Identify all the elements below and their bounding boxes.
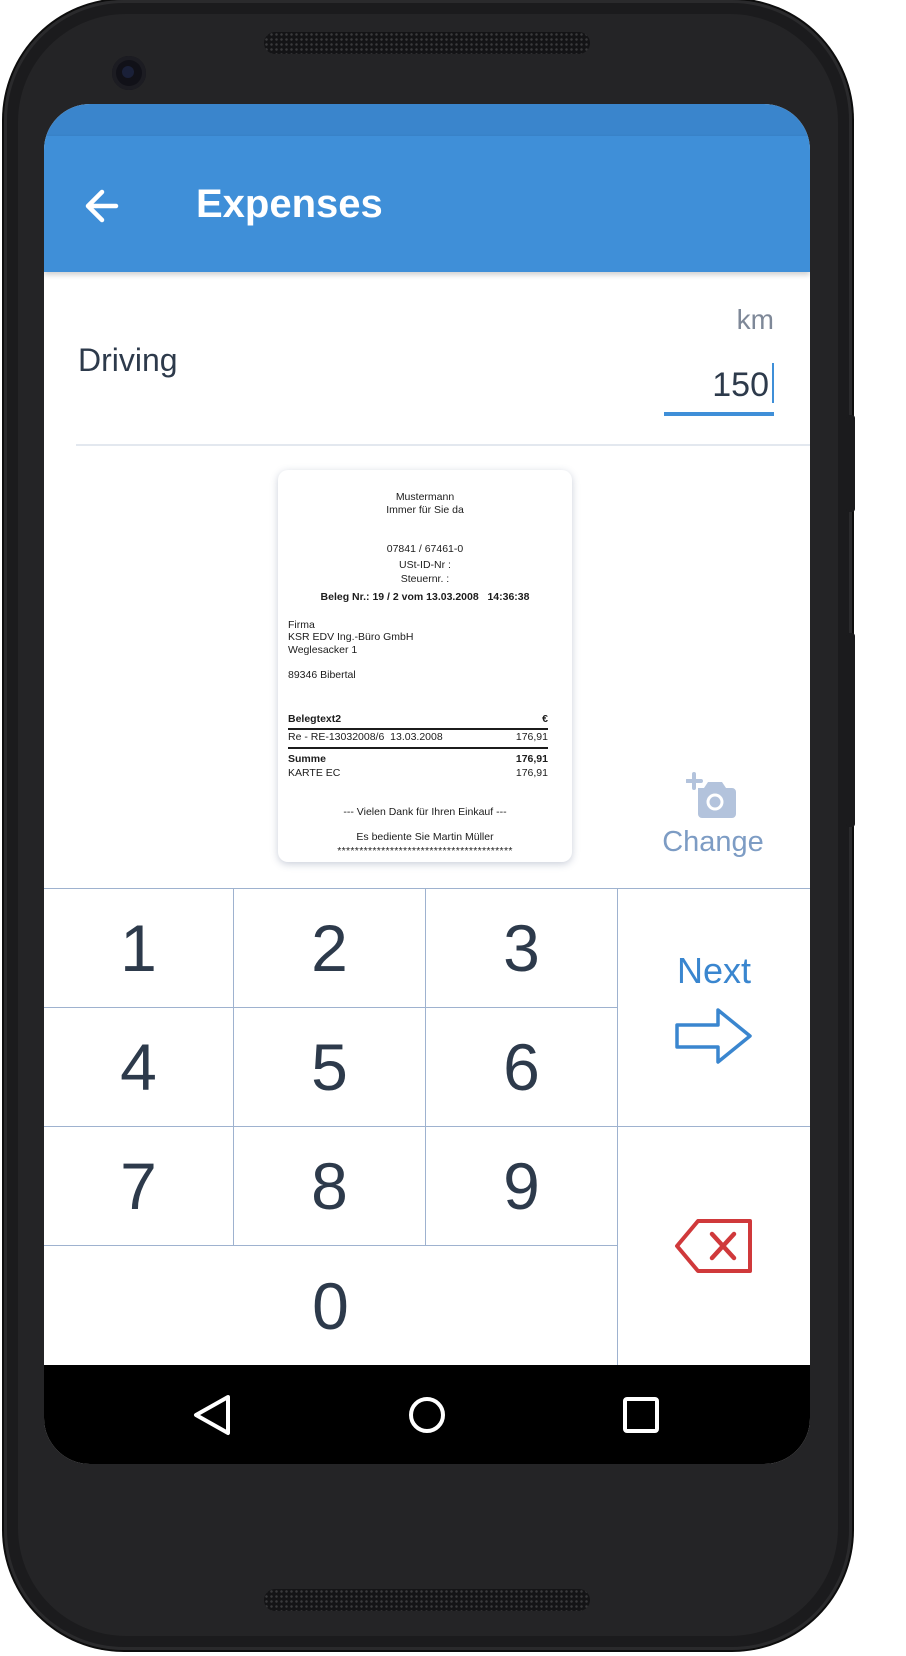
power-button [846, 415, 855, 512]
volume-button [846, 633, 855, 827]
delete-button[interactable] [618, 1127, 810, 1365]
receipt-rule [288, 747, 548, 749]
add-photo-icon [686, 772, 736, 818]
receipt-sum-amount: 176,91 [515, 753, 548, 765]
key-1[interactable]: 1 [44, 889, 234, 1008]
key-4[interactable]: 4 [44, 1008, 234, 1127]
receipt-payment-amount: 176,91 [515, 767, 548, 779]
app-screen: Expenses Driving km 150 Mustermann Immer… [44, 104, 810, 1464]
system-nav-bar [44, 1365, 810, 1464]
distance-value: 150 [712, 366, 769, 404]
nav-recents-icon[interactable] [619, 1393, 663, 1437]
key-0[interactable]: 0 [44, 1246, 618, 1365]
unit-label: km [736, 304, 774, 335]
key-2[interactable]: 2 [234, 889, 426, 1008]
receipt-city: 89346 Bibertal [288, 669, 356, 681]
key-5[interactable]: 5 [234, 1008, 426, 1127]
bottom-speaker [264, 1589, 590, 1611]
arrow-left-icon [85, 189, 119, 223]
distance-input[interactable]: 150 [664, 358, 774, 416]
receipt-tax-no: Steuernr. : [400, 573, 450, 585]
front-camera [112, 56, 146, 90]
receipt-slogan: Immer für Sie da [386, 504, 464, 516]
receipt-sum-label: Summe [288, 753, 326, 765]
key-7[interactable]: 7 [44, 1127, 234, 1246]
receipt-ust-id: USt-ID-Nr : [399, 559, 451, 571]
key-8[interactable]: 8 [234, 1127, 426, 1246]
receipt-thanks: --- Vielen Dank für Ihren Einkauf --- [343, 806, 507, 818]
nav-home-icon[interactable] [405, 1393, 449, 1437]
divider [76, 444, 810, 446]
receipt-phone: 07841 / 67461-0 [386, 543, 464, 555]
receipt-beleg-line: Beleg Nr.: 19 / 2 vom 13.03.2008 14:36:3… [320, 591, 530, 603]
status-bar [44, 104, 810, 136]
back-button[interactable] [76, 180, 128, 232]
nav-back-icon[interactable] [190, 1393, 234, 1437]
receipt-row-label: Re - RE-13032008/6 13.03.2008 [288, 731, 443, 743]
change-label: Change [662, 826, 764, 858]
expense-type-label: Driving [78, 342, 178, 378]
key-3[interactable]: 3 [426, 889, 618, 1008]
key-6[interactable]: 6 [426, 1008, 618, 1127]
receipt-table-header: Belegtext2 [288, 713, 342, 725]
receipt-customer-line: KSR EDV Ing.-Büro GmbH [288, 631, 414, 643]
expense-entry: Driving km 150 [44, 272, 810, 445]
receipt-rule [288, 728, 548, 730]
page-title: Expenses [196, 182, 383, 226]
receipt-customer-line: Weglesacker 1 [288, 644, 358, 656]
receipt-payment-label: KARTE EC [288, 767, 341, 779]
arrow-right-icon [675, 1007, 752, 1064]
text-caret [772, 363, 774, 403]
receipt-image[interactable]: Mustermann Immer für Sie da 07841 / 6746… [278, 470, 572, 862]
key-9[interactable]: 9 [426, 1127, 618, 1246]
backspace-icon [675, 1219, 752, 1273]
receipt-served-by: Es bediente Sie Martin Müller [356, 831, 494, 843]
receipt-stars: **************************************** [337, 845, 513, 857]
next-button[interactable]: Next [618, 889, 810, 1127]
receipt-shop-name: Mustermann [395, 491, 455, 503]
receipt-customer-line: Firma [288, 619, 315, 631]
numeric-keypad: 1 2 3 4 5 6 7 8 9 0 Next [44, 888, 810, 1365]
change-photo-button[interactable]: Change [658, 772, 768, 868]
receipt-row-amount: 176,91 [515, 731, 548, 743]
next-label: Next [676, 949, 752, 991]
receipt-currency: € [542, 713, 548, 725]
earpiece-speaker [264, 32, 590, 54]
app-bar: Expenses [44, 136, 810, 272]
